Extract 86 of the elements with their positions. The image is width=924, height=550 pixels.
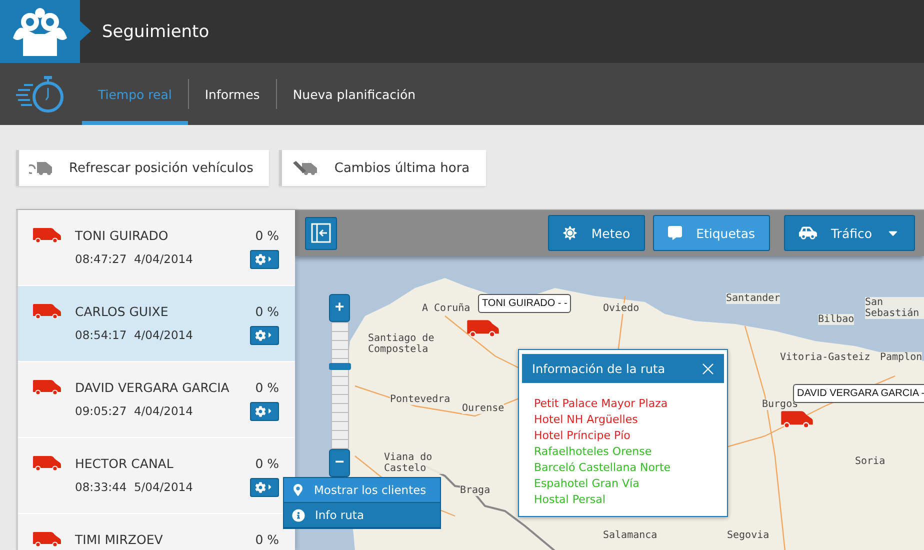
- caret-icon: [266, 483, 274, 491]
- binoculars-person-icon: [11, 8, 69, 56]
- map-toolbar-button[interactable]: Tráfico: [784, 215, 915, 251]
- vehicle-percent: 0 %: [255, 304, 279, 318]
- van-refresh-icon: [29, 160, 55, 176]
- vehicle-marker-label: TONI GUIRADO - -: [478, 294, 572, 313]
- city-label: Santander: [726, 293, 780, 304]
- city-label: Pontevedra: [390, 394, 450, 405]
- vehicle-name: CARLOS GUIXE: [75, 304, 170, 318]
- van-icon: [32, 303, 62, 319]
- vehicle-percent: 0 %: [255, 532, 279, 546]
- van-icon: [466, 318, 500, 338]
- zoom-in-button[interactable]: +: [329, 294, 350, 322]
- city-label: San Sebastián: [865, 297, 924, 319]
- collapse-panel-button[interactable]: [305, 216, 337, 250]
- vehicle-row[interactable]: HECTOR CANAL 0 % 08:33:44 5/04/2014: [18, 438, 295, 514]
- city-label: Oviedo: [603, 303, 640, 314]
- vehicle-timestamp: 09:05:27 4/04/2014: [75, 404, 194, 418]
- vehicle-name: DAVID VERGARA GARCIA: [75, 380, 230, 394]
- vehicle-name: TONI GUIRADO: [75, 228, 170, 242]
- close-icon[interactable]: [702, 362, 714, 374]
- car-icon: [799, 224, 817, 242]
- caret-icon: [266, 331, 274, 339]
- gear-icon: [255, 330, 266, 340]
- zoom-thumb[interactable]: [328, 362, 350, 370]
- collapse-panel-icon: [311, 223, 331, 243]
- route-stop: Hotel Príncipe Pío: [534, 429, 632, 442]
- settings-button[interactable]: [250, 402, 279, 420]
- route-stop: Barceló Castellana Norte: [534, 461, 672, 474]
- zoom-slider[interactable]: [330, 322, 348, 449]
- city-label: Segovia: [727, 530, 770, 541]
- route-stop: Hostal Persal: [534, 493, 606, 506]
- van-icon: [32, 227, 62, 243]
- zoom-out-button[interactable]: −: [329, 449, 350, 477]
- city-label: Vitoria-Gasteiz: [780, 352, 870, 363]
- city-label: Salamanca: [603, 530, 658, 541]
- vehicle-row[interactable]: TONI GUIRADO 0 % 08:47:27 4/04/2014: [18, 210, 295, 286]
- vehicle-name: TIMI MIRZOEV: [75, 532, 164, 546]
- city-label: Viana do Castelo: [384, 452, 446, 474]
- route-stop: Hotel NH Argüelles: [534, 413, 639, 426]
- city-label: Bilbao: [818, 314, 854, 325]
- action-button[interactable]: Refrescar posición vehículos: [16, 150, 270, 186]
- vehicle-percent: 0 %: [255, 380, 279, 394]
- van-icon: [32, 531, 62, 547]
- city-label: Burgos: [762, 399, 798, 410]
- van-icon: [780, 409, 814, 429]
- vehicle-timestamp: 08:33:44 5/04/2014: [75, 480, 194, 494]
- route-stop: Rafaelhoteles Orense: [534, 445, 653, 458]
- vehicle-percent: 0 %: [255, 456, 279, 470]
- speech-bubble-icon: [668, 226, 682, 240]
- city-label: Soria: [855, 456, 886, 467]
- settings-button[interactable]: [250, 326, 279, 344]
- nav-tab[interactable]: Nueva planificación: [276, 63, 432, 125]
- vehicle-timestamp: 08:54:17 4/04/2014: [75, 328, 194, 342]
- map-pin-icon: [292, 484, 304, 496]
- nav-tab[interactable]: Informes: [188, 63, 276, 125]
- route-stop: Espahotel Gran Vía: [534, 477, 640, 490]
- vehicle-row[interactable]: TIMI MIRZOEV 0 %: [18, 514, 295, 550]
- city-label: Braga: [460, 485, 490, 496]
- vehicle-row[interactable]: CARLOS GUIXE 0 % 08:54:17 4/04/2014: [18, 286, 295, 362]
- action-button[interactable]: Cambios última hora: [279, 150, 486, 186]
- gear-icon: [255, 254, 266, 264]
- gear-icon: [255, 406, 266, 416]
- vehicle-row[interactable]: DAVID VERGARA GARCIA 0 % 09:05:27 4/04/2014: [18, 362, 295, 438]
- map-toolbar-button[interactable]: Meteo: [548, 215, 646, 251]
- popup-title: Información de la ruta: [532, 362, 666, 376]
- sun-icon: [563, 226, 578, 240]
- vehicle-name: HECTOR CANAL: [75, 456, 174, 470]
- info-icon: [292, 508, 305, 522]
- stopwatch-icon: [16, 74, 66, 114]
- vehicle-marker-label: DAVID VERGARA GARCIA -: [793, 384, 924, 403]
- van-icon: [32, 379, 62, 395]
- city-label: A Coruña: [422, 303, 470, 314]
- caret-icon: [266, 407, 274, 415]
- gear-icon: [255, 482, 266, 492]
- route-stop: Petit Palace Mayor Plaza: [534, 397, 669, 410]
- menu-item[interactable]: Mostrar los clientes: [284, 478, 440, 503]
- van-icon: [32, 455, 62, 471]
- caret-icon: [266, 255, 274, 263]
- city-label: Ourense: [462, 403, 504, 414]
- city-label: Pamplon: [880, 352, 922, 363]
- vehicle-percent: 0 %: [255, 228, 279, 242]
- settings-button[interactable]: [250, 478, 279, 496]
- settings-button[interactable]: [250, 250, 279, 268]
- app-title: Seguimiento: [102, 22, 210, 42]
- vehicle-timestamp: 08:47:27 4/04/2014: [75, 252, 194, 266]
